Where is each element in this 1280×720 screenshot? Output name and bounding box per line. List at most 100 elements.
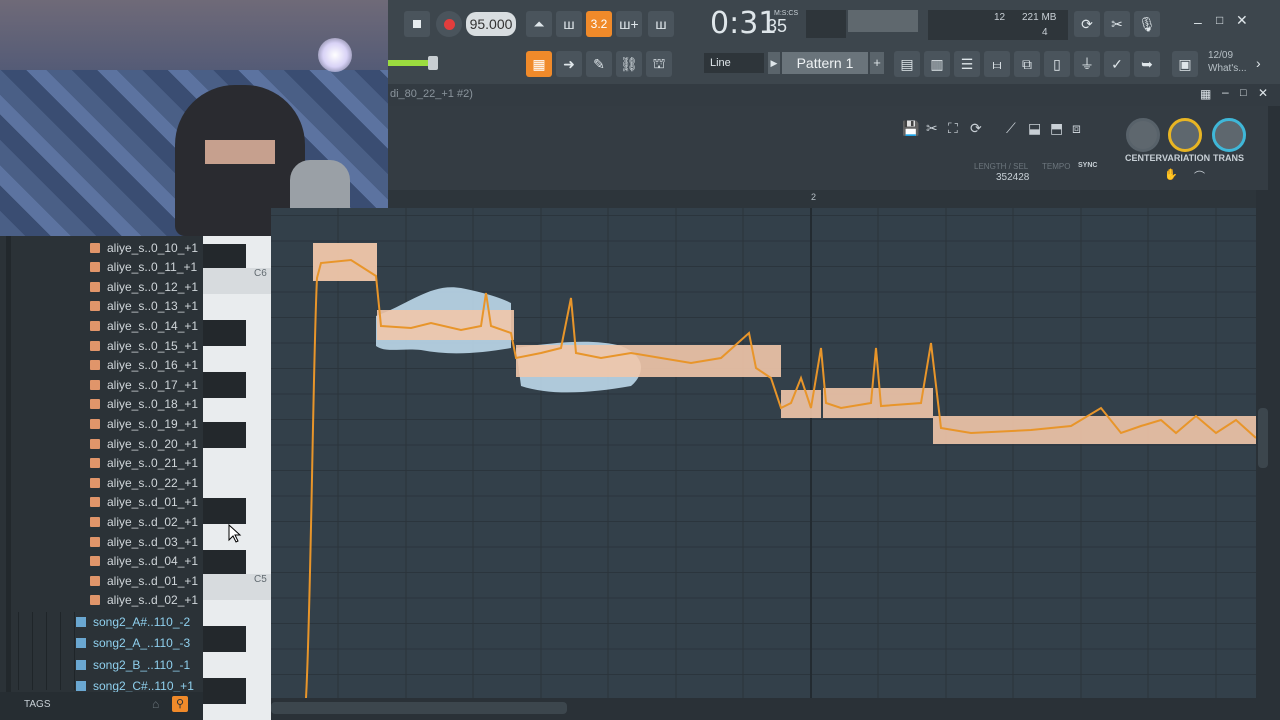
browser-item[interactable]: aliye_s..0_11_+1 bbox=[90, 258, 197, 277]
browser-button[interactable]: ⧉ bbox=[1014, 51, 1040, 77]
pattern-prev-button[interactable]: ▶ bbox=[768, 52, 780, 74]
vertical-scroll-thumb[interactable] bbox=[1258, 408, 1268, 468]
sync-label[interactable]: SYNC bbox=[1078, 162, 1097, 169]
black-key[interactable] bbox=[203, 678, 246, 704]
browser-song-item[interactable]: song2_B_..110_-1 bbox=[76, 654, 190, 675]
countdown-button[interactable]: 3.2 bbox=[586, 11, 612, 37]
window-minimize-button[interactable]: – bbox=[1222, 85, 1229, 99]
wait-record-button[interactable]: ш bbox=[556, 11, 582, 37]
playlist-button[interactable]: ▤ bbox=[894, 51, 920, 77]
news-text[interactable]: What's... bbox=[1208, 63, 1247, 74]
typing-keyboard-button[interactable]: ▦ bbox=[526, 51, 552, 77]
close-button[interactable]: ✕ bbox=[1236, 12, 1248, 29]
black-key[interactable] bbox=[203, 372, 246, 398]
minimize-button[interactable]: – bbox=[1194, 14, 1202, 30]
audio-file-icon bbox=[90, 320, 100, 331]
reset-button[interactable]: ⟳ bbox=[1074, 11, 1100, 37]
add-pattern-button[interactable]: + bbox=[870, 52, 884, 74]
pattern-selector[interactable]: Pattern 1 bbox=[782, 52, 868, 74]
maximize-button[interactable]: □ bbox=[1216, 13, 1223, 27]
browser-item[interactable]: aliye_s..0_16_+1 bbox=[90, 356, 198, 375]
tempo-display[interactable]: 95.000 bbox=[466, 12, 516, 36]
loop-icon[interactable]: ⟳ bbox=[970, 120, 982, 137]
browser-item[interactable]: aliye_s..0_19_+1 bbox=[90, 414, 198, 433]
c6-label: C6 bbox=[254, 268, 267, 279]
shop-button[interactable]: ▣ bbox=[1172, 51, 1198, 77]
browser-item[interactable]: aliye_s..0_10_+1 bbox=[90, 238, 198, 257]
pen-button[interactable]: ✎ bbox=[586, 51, 612, 77]
piano-roll-button[interactable]: ▥ bbox=[924, 51, 950, 77]
note-grid[interactable] bbox=[271, 208, 1257, 699]
search-icon[interactable]: ⚲ bbox=[172, 696, 188, 712]
folder-icon[interactable]: ⌂ bbox=[152, 697, 159, 711]
stop-button[interactable] bbox=[404, 11, 430, 37]
mixer-button[interactable]: ⧦ bbox=[984, 51, 1010, 77]
slider-handle[interactable] bbox=[428, 56, 438, 70]
browser-item[interactable]: aliye_s..d_02_+1 bbox=[90, 591, 198, 610]
black-key[interactable] bbox=[203, 320, 246, 346]
step-edit-button[interactable]: ш+ bbox=[616, 11, 642, 37]
window-maximize-button[interactable]: □ bbox=[1240, 87, 1247, 99]
panic-button[interactable]: ✂ bbox=[1104, 11, 1130, 37]
browser-item[interactable]: aliye_s..d_01_+1 bbox=[90, 493, 198, 512]
render-icon[interactable]: ⧈ bbox=[1072, 120, 1081, 137]
project-button[interactable]: ▯ bbox=[1044, 51, 1070, 77]
link-button[interactable]: ⛓ bbox=[616, 51, 642, 77]
black-key[interactable] bbox=[203, 244, 246, 270]
grid-menu-icon[interactable]: ▦ bbox=[1200, 87, 1211, 101]
help-button[interactable]: ➥ bbox=[1134, 51, 1160, 77]
export-icon[interactable]: ⬓ bbox=[1028, 120, 1041, 137]
audio-file-icon bbox=[90, 399, 100, 410]
news-next-button[interactable]: › bbox=[1256, 55, 1261, 71]
browser-item[interactable]: aliye_s..0_18_+1 bbox=[90, 395, 198, 414]
snap-select[interactable]: Line bbox=[704, 53, 764, 73]
trans-knob[interactable] bbox=[1212, 118, 1246, 152]
timeline-ruler[interactable]: 2 bbox=[388, 190, 1256, 209]
black-key[interactable] bbox=[203, 422, 246, 448]
browser-item[interactable]: aliye_s..0_12_+1 bbox=[90, 277, 198, 296]
horizontal-scroll-thumb[interactable] bbox=[271, 702, 567, 714]
horizontal-scrollbar[interactable] bbox=[271, 698, 1256, 720]
browser-item[interactable]: aliye_s..d_04_+1 bbox=[90, 552, 198, 571]
browser-item[interactable]: aliye_s..0_13_+1 bbox=[90, 297, 198, 316]
save-icon[interactable]: 💾 bbox=[902, 120, 919, 137]
window-close-button[interactable]: ✕ bbox=[1258, 86, 1268, 100]
browser-item[interactable]: aliye_s..0_15_+1 bbox=[90, 336, 198, 355]
browser-song-item[interactable]: song2_A#..110_-2 bbox=[76, 611, 190, 632]
mic-tool-button[interactable]: ✓ bbox=[1104, 51, 1130, 77]
audio-file-icon bbox=[90, 497, 100, 508]
import-icon[interactable]: ⬒ bbox=[1050, 120, 1063, 137]
black-key[interactable] bbox=[203, 498, 246, 524]
black-key[interactable] bbox=[203, 626, 246, 652]
stamp-button[interactable]: ⛫ bbox=[646, 51, 672, 77]
browser-item[interactable]: aliye_s..0_17_+1 bbox=[90, 375, 198, 394]
hand-icon[interactable]: ✋ bbox=[1164, 168, 1178, 181]
vertical-scrollbar[interactable] bbox=[1256, 208, 1270, 698]
loop-record-button[interactable]: ш bbox=[648, 11, 674, 37]
browser-item[interactable]: aliye_s..d_02_+1 bbox=[90, 512, 198, 531]
plugin-button[interactable]: ⏚ bbox=[1074, 51, 1100, 77]
center-knob[interactable] bbox=[1126, 118, 1160, 152]
black-key[interactable] bbox=[203, 550, 246, 576]
browser-item[interactable]: aliye_s..d_01_+1 bbox=[90, 571, 198, 590]
browser-item[interactable]: aliye_s..0_14_+1 bbox=[90, 316, 198, 335]
snap-arrow-button[interactable]: ➜ bbox=[556, 51, 582, 77]
browser-song-item[interactable]: song2_A_..110_-3 bbox=[76, 633, 190, 654]
browser-item[interactable]: aliye_s..0_21_+1 bbox=[90, 454, 198, 473]
audio-file-icon bbox=[90, 516, 100, 527]
metronome-button[interactable]: ⏶ bbox=[526, 11, 552, 37]
browser-scrollbar[interactable] bbox=[6, 236, 11, 720]
select-icon[interactable]: ⛶ bbox=[948, 120, 958, 137]
mic-button[interactable]: 🎙 bbox=[1134, 11, 1160, 37]
automation-icon[interactable]: ⟋ bbox=[1006, 120, 1016, 137]
browser-item[interactable]: aliye_s..0_22_+1 bbox=[90, 473, 198, 492]
record-button[interactable] bbox=[436, 11, 462, 37]
variation-knob[interactable] bbox=[1168, 118, 1202, 152]
curve-icon[interactable]: ⌒ bbox=[1194, 168, 1205, 184]
browser-item[interactable]: aliye_s..0_20_+1 bbox=[90, 434, 198, 453]
channel-rack-button[interactable]: ☰ bbox=[954, 51, 980, 77]
tags-label[interactable]: TAGS bbox=[24, 699, 50, 710]
cut-icon[interactable]: ✂ bbox=[926, 120, 938, 137]
mic-tool-icon: ✓ bbox=[1111, 55, 1123, 72]
browser-item[interactable]: aliye_s..d_03_+1 bbox=[90, 532, 198, 551]
